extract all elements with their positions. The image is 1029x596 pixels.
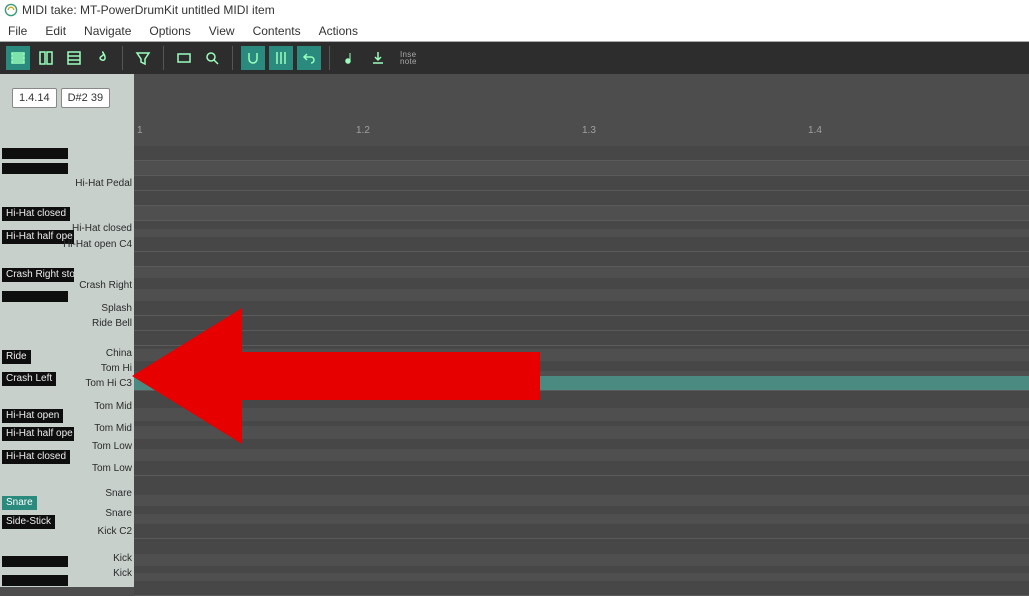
note-label-row: Hi-Hat Pedal: [0, 176, 134, 191]
note-label-row: Ride Bell: [0, 316, 134, 331]
note-label-row: Splash: [0, 301, 134, 316]
toolbar-divider: [232, 46, 233, 70]
menu-item-file[interactable]: File: [8, 24, 27, 38]
note-right-label: Tom Hi C3: [85, 378, 132, 389]
piano-row[interactable]: [134, 331, 1029, 346]
titlebar: MIDI take: MT-PowerDrumKit untitled MIDI…: [0, 0, 1029, 20]
piano-row[interactable]: [134, 376, 1029, 391]
note-label-row: [0, 581, 134, 596]
note-label-row: [0, 161, 134, 176]
note-left-tag[interactable]: Hi-Hat closed: [2, 207, 70, 221]
piano-roll-grid[interactable]: [134, 146, 1029, 587]
piano-row[interactable]: [134, 206, 1029, 221]
note-label-row: Tom Low: [0, 461, 134, 476]
piano-row[interactable]: [134, 161, 1029, 176]
toolbar-divider: [329, 46, 330, 70]
menu-item-view[interactable]: View: [209, 24, 235, 38]
note-right-label: Tom Low: [92, 463, 132, 474]
tool-view-3[interactable]: [62, 46, 86, 70]
piano-row[interactable]: [134, 581, 1029, 596]
note-right-label: Hi-Hat open C4: [63, 239, 132, 250]
piano-row[interactable]: [134, 191, 1029, 206]
piano-row[interactable]: [134, 176, 1029, 191]
toolbar-divider: [122, 46, 123, 70]
tool-treble-icon[interactable]: [90, 46, 114, 70]
note-label-row: [0, 191, 134, 206]
snap-icon[interactable]: [241, 46, 265, 70]
note-right-label: Kick C2: [98, 526, 132, 537]
menu-item-edit[interactable]: Edit: [45, 24, 66, 38]
note-label-row: [0, 252, 134, 267]
ruler-tick: 1.2: [356, 125, 370, 136]
piano-row[interactable]: [134, 316, 1029, 331]
window-title: MIDI take: MT-PowerDrumKit untitled MIDI…: [22, 3, 275, 17]
piano-row[interactable]: [134, 146, 1029, 161]
piano-row[interactable]: [134, 524, 1029, 539]
note-label-row: [0, 146, 134, 161]
toolbar: Inse note: [0, 42, 1029, 74]
menu-item-options[interactable]: Options: [149, 24, 190, 38]
note-label-row: Tom Hi C3: [0, 376, 134, 391]
menu-item-actions[interactable]: Actions: [319, 24, 358, 38]
tool-download-icon[interactable]: [366, 46, 390, 70]
ruler-area[interactable]: 1 1.2 1.3 1.4: [134, 74, 1029, 146]
note-label-row: Hi-Hat open C4: [0, 237, 134, 252]
tool-rect-icon[interactable]: [172, 46, 196, 70]
menu-item-contents[interactable]: Contents: [253, 24, 301, 38]
tool-view-1[interactable]: [6, 46, 30, 70]
note-right-label: Ride Bell: [92, 318, 132, 329]
note-left-tag[interactable]: [2, 163, 68, 174]
note-right-label: Hi-Hat Pedal: [75, 178, 132, 189]
toolbar-divider: [163, 46, 164, 70]
grid-lines-icon[interactable]: [269, 46, 293, 70]
note-label-row: [0, 331, 134, 346]
note-right-label: Splash: [101, 303, 132, 314]
undo-icon[interactable]: [297, 46, 321, 70]
note-chip[interactable]: D#2 39: [61, 88, 110, 108]
menu-item-navigate[interactable]: Navigate: [84, 24, 131, 38]
piano-row[interactable]: [134, 461, 1029, 476]
timeline-ruler[interactable]: 1 1.2 1.3 1.4: [134, 125, 1029, 139]
note-label-row: Kick C2: [0, 524, 134, 539]
ruler-tick: 1.3: [582, 125, 596, 136]
note-left-tag[interactable]: [2, 148, 68, 159]
tool-zoom-icon[interactable]: [200, 46, 224, 70]
tool-note-icon[interactable]: [338, 46, 362, 70]
note-label-row: Hi-Hat closed: [0, 206, 134, 221]
filter-icon[interactable]: [131, 46, 155, 70]
note-labels-column: Hi-Hat PedalHi-Hat closedHi-Hat closedHi…: [0, 146, 134, 587]
ruler-tick: 1: [137, 125, 143, 136]
inse-note-label: Inse note: [400, 51, 417, 65]
app-icon: [4, 3, 18, 17]
piano-row[interactable]: [134, 237, 1029, 252]
piano-row[interactable]: [134, 301, 1029, 316]
menubar: File Edit Navigate Options View Contents Actio…: [0, 20, 1029, 42]
tool-view-2[interactable]: [34, 46, 58, 70]
position-chip[interactable]: 1.4.14: [12, 88, 57, 108]
ruler-tick: 1.4: [808, 125, 822, 136]
position-note-row: 1.4.14 D#2 39: [0, 86, 110, 110]
piano-row[interactable]: [134, 252, 1029, 267]
